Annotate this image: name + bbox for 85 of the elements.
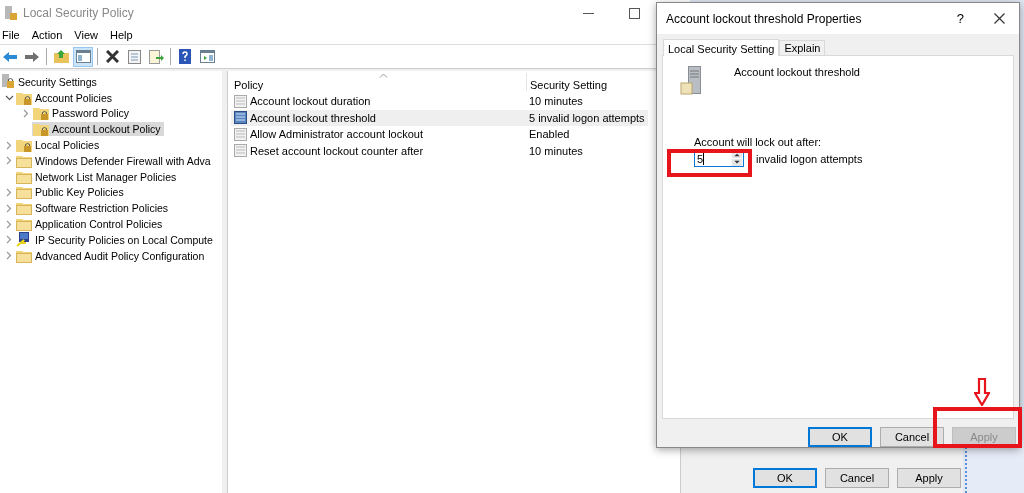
tree-item[interactable]: Account Policies xyxy=(15,90,116,105)
tree-item[interactable]: Advanced Audit Policy Configuration xyxy=(15,248,208,263)
dialog-button[interactable]: OK xyxy=(808,427,872,447)
chevron-right-icon[interactable] xyxy=(6,140,12,150)
window-title: Local Security Policy xyxy=(23,6,134,20)
show-tree-icon xyxy=(75,50,91,63)
sort-caret-icon xyxy=(379,73,388,78)
menu-item[interactable]: Help xyxy=(109,29,140,41)
help-book-icon xyxy=(179,49,191,64)
policy-name: Reset account lockout counter after xyxy=(250,144,424,157)
computer-network-icon xyxy=(16,232,32,248)
security-setting: 10 minutes xyxy=(528,95,584,108)
properties-icon xyxy=(127,49,141,64)
chevron-down-icon[interactable] xyxy=(4,94,14,101)
dialog-title: Account lockout threshold Properties xyxy=(666,11,862,26)
close-icon[interactable] xyxy=(994,13,1005,24)
folder-icon xyxy=(16,153,32,168)
delete-x-icon xyxy=(105,50,119,63)
chevron-right-icon[interactable] xyxy=(6,187,12,197)
security-policy-app-icon xyxy=(4,5,18,21)
forward-arrow-icon xyxy=(25,50,39,63)
computer-lock-icon xyxy=(1,74,15,90)
locked-folder-icon xyxy=(16,138,32,153)
policy-icon xyxy=(234,127,247,141)
tree-item[interactable]: Network List Manager Policies xyxy=(15,169,180,184)
tree-item[interactable]: Password Policy xyxy=(32,106,133,121)
tree-item[interactable]: Account Lockout Policy xyxy=(32,122,164,137)
policy-icon xyxy=(234,144,247,158)
dialog-button[interactable]: Cancel xyxy=(880,427,944,447)
chevron-right-icon[interactable] xyxy=(23,109,29,118)
back-arrow-icon xyxy=(3,50,17,63)
tree-item[interactable]: Windows Defender Firewall with Adva xyxy=(15,153,214,168)
field-label: Account will lock out after: xyxy=(694,136,823,148)
chevron-right-icon[interactable] xyxy=(6,156,12,166)
maximize-icon[interactable] xyxy=(629,7,640,19)
policy-row[interactable]: Reset account lockout counter after 10 minutes xyxy=(231,142,648,159)
policy-icon xyxy=(234,111,247,125)
policy-icon xyxy=(234,94,247,108)
locked-folder-icon xyxy=(33,122,49,137)
tree-item[interactable]: Public Key Policies xyxy=(15,185,127,200)
console-window-icon xyxy=(199,50,215,63)
tree-item[interactable]: Software Restriction Policies xyxy=(15,201,172,216)
policy-row[interactable]: Allow Administrator account lockout Enabled xyxy=(231,126,648,143)
dialog-button[interactable]: Apply xyxy=(897,468,961,488)
folder-up-icon xyxy=(53,50,69,63)
menu-item[interactable]: File xyxy=(2,29,27,41)
policy-row[interactable]: Account lockout duration 10 minutes xyxy=(231,93,648,110)
dialog-tab[interactable]: Explain xyxy=(779,40,826,55)
folder-icon xyxy=(16,169,32,184)
column-header[interactable]: Policy xyxy=(231,73,526,91)
chevron-right-icon[interactable] xyxy=(6,235,12,245)
menu-item[interactable]: View xyxy=(74,29,105,41)
spin-down-icon[interactable] xyxy=(731,159,743,166)
policy-name: Account lockout duration xyxy=(250,95,371,108)
spin-up-icon[interactable] xyxy=(731,151,743,158)
policy-row[interactable]: Account lockout threshold 5 invalid logon attempts xyxy=(231,109,648,126)
folder-icon xyxy=(16,217,32,232)
locked-folder-icon xyxy=(16,90,32,105)
dialog-button[interactable]: OK xyxy=(753,468,817,488)
menu-item[interactable]: Action xyxy=(31,29,70,41)
chevron-right-icon[interactable] xyxy=(6,219,12,229)
down-arrow-icon xyxy=(974,378,990,406)
tree-item[interactable]: Security Settings xyxy=(0,74,100,90)
folder-icon xyxy=(16,201,32,216)
dialog-button[interactable]: Cancel xyxy=(825,468,889,488)
field-suffix: invalid logon attempts xyxy=(756,152,863,165)
help-button[interactable]: ? xyxy=(956,11,964,26)
policy-title: Account lockout threshold xyxy=(734,66,860,78)
security-setting: 10 minutes xyxy=(528,144,584,157)
server-icon xyxy=(680,66,704,96)
minimize-icon[interactable] xyxy=(583,12,594,14)
tree-item[interactable]: Local Policies xyxy=(15,138,103,153)
locked-folder-icon xyxy=(33,106,49,121)
policy-name: Account lockout threshold xyxy=(250,111,376,124)
folder-icon xyxy=(16,185,32,200)
security-setting: Enabled xyxy=(528,128,571,141)
policy-name: Allow Administrator account lockout xyxy=(250,128,424,141)
chevron-right-icon[interactable] xyxy=(6,251,12,261)
export-list-icon xyxy=(148,49,164,64)
chevron-right-icon[interactable] xyxy=(6,203,12,213)
tree-item[interactable]: Application Control Policies xyxy=(15,217,166,232)
dialog-tab[interactable]: Local Security Setting xyxy=(663,39,780,56)
tree-item[interactable]: IP Security Policies on Local Compute xyxy=(15,232,216,248)
folder-icon xyxy=(16,248,32,263)
security-setting: 5 invalid logon attempts xyxy=(528,111,646,124)
